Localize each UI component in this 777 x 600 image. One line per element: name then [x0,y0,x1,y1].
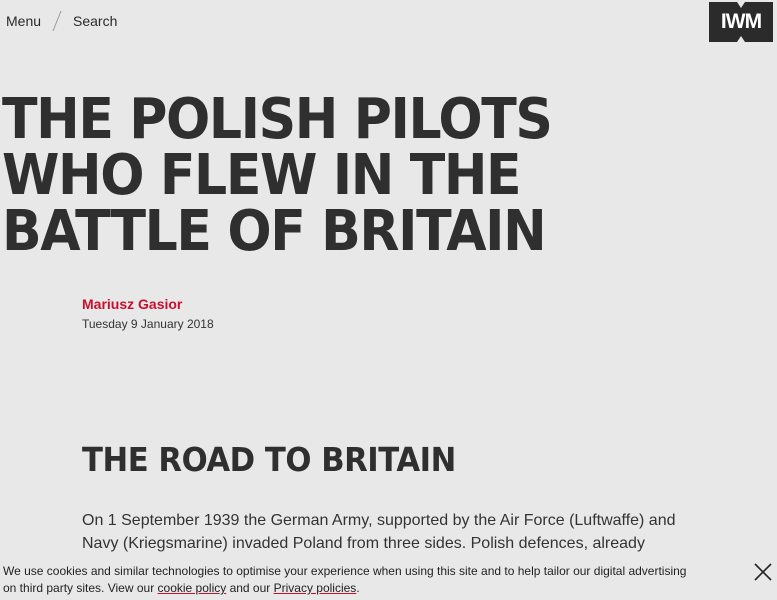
privacy-policies-link[interactable]: Privacy policies [274,581,357,595]
site-header: Menu Search IWM [0,0,777,46]
cookie-banner: We use cookies and similar technologies … [0,554,777,600]
logo-notch-bottom [737,36,745,42]
author-link[interactable]: Mariusz Gasior [82,296,214,312]
iwm-logo[interactable]: IWM [709,2,773,42]
cookie-policy-link[interactable]: cookie policy [158,581,227,595]
section-heading: THE ROAD TO BRITAIN [82,440,456,479]
logo-text: IWM [720,10,762,33]
cookie-message: We use cookies and similar technologies … [3,563,703,597]
search-button[interactable]: Search [73,13,117,29]
publish-date: Tuesday 9 January 2018 [82,317,214,331]
article-headline: THE POLISH PILOTS WHO FLEW IN THE BATTLE… [2,87,553,264]
slash-separator-icon [52,10,62,32]
article-byline: Mariusz Gasior Tuesday 9 January 2018 [82,296,214,331]
logo-notch-top [737,2,745,8]
close-icon[interactable] [753,562,773,582]
cookie-text-middle: and our [226,581,274,595]
menu-button[interactable]: Menu [6,13,41,29]
cookie-text-after: . [356,581,360,595]
